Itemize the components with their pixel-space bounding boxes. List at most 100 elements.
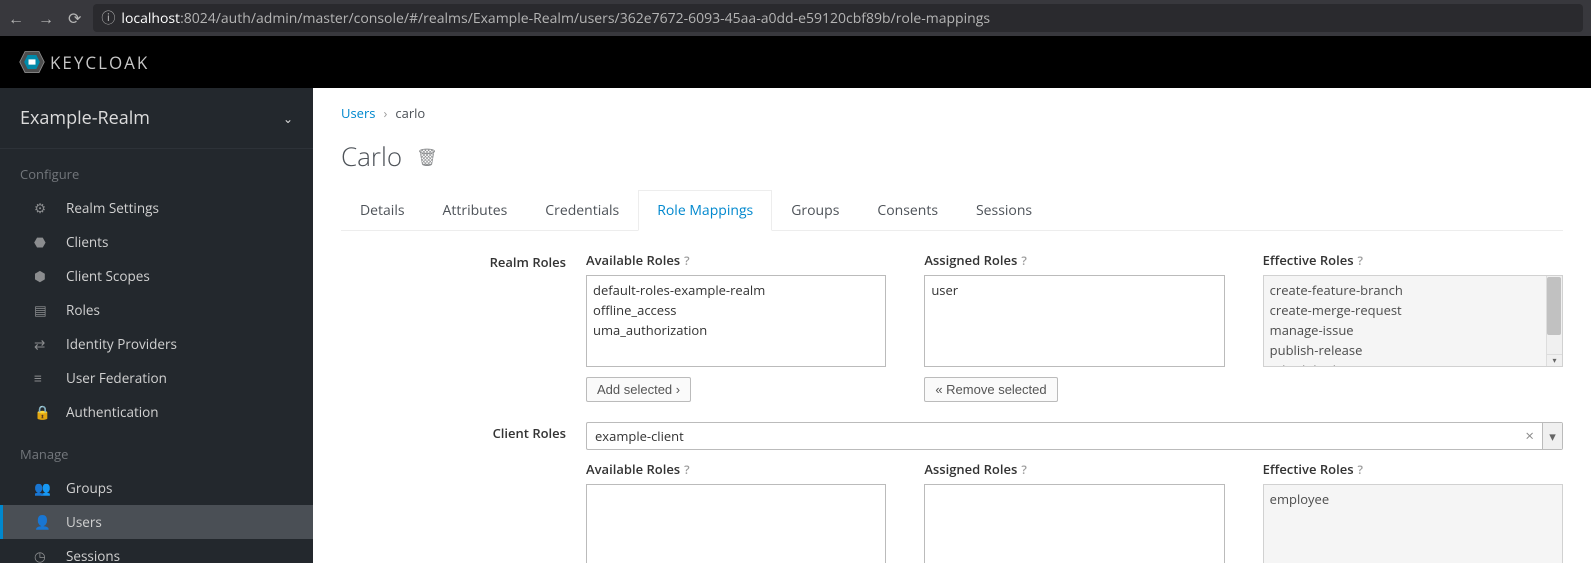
page-title: Carlo <box>341 138 402 174</box>
exchange-icon: ⇄ <box>34 335 50 353</box>
tab-sessions[interactable]: Sessions <box>957 190 1051 230</box>
keycloak-logo[interactable]: KEYCLOAK <box>18 48 149 76</box>
role-option: create-merge-request <box>1270 300 1556 320</box>
chevron-down-icon: ⌄ <box>283 110 293 127</box>
client-select[interactable]: example-client × ▾ <box>586 422 1563 450</box>
reload-icon[interactable]: ⟳ <box>68 7 81 29</box>
database-icon: ≡ <box>34 369 50 387</box>
effective-roles-label: Effective Roles <box>1263 251 1354 269</box>
sidebar-item-client-scopes[interactable]: ⬢ Client Scopes <box>0 259 313 293</box>
scrollbar-thumb[interactable] <box>1547 277 1561 335</box>
help-icon[interactable]: ? <box>1358 461 1363 478</box>
forward-icon[interactable]: → <box>38 7 54 29</box>
scrollbar-track[interactable] <box>1546 276 1562 354</box>
client-assigned-listbox[interactable] <box>924 484 1224 563</box>
sidebar-item-label: Identity Providers <box>66 335 177 353</box>
main-content: Users › carlo Carlo 🗑 DetailsAttributesC… <box>313 88 1591 563</box>
tab-consents[interactable]: Consents <box>858 190 957 230</box>
lock-icon: 🔒 <box>34 403 50 421</box>
help-icon[interactable]: ? <box>1021 252 1026 269</box>
client-select-value: example-client <box>595 427 684 445</box>
help-icon[interactable]: ? <box>1021 461 1026 478</box>
brand-text: KEYCLOAK <box>50 51 149 74</box>
tab-groups[interactable]: Groups <box>772 190 858 230</box>
tab-credentials[interactable]: Credentials <box>526 190 638 230</box>
remove-selected-button[interactable]: « Remove selected <box>924 377 1057 402</box>
sidebar-item-label: Sessions <box>66 547 120 565</box>
browser-chrome: ← → ⟳ ⓘ localhost:8024/auth/admin/master… <box>0 0 1591 36</box>
sidebar-item-label: Users <box>66 513 102 531</box>
help-icon[interactable]: ? <box>1358 252 1363 269</box>
sidebar-item-realm-settings[interactable]: ⚙ Realm Settings <box>0 191 313 225</box>
breadcrumb: Users › carlo <box>341 104 1563 122</box>
sidebar-item-authentication[interactable]: 🔒 Authentication <box>0 395 313 429</box>
sidebar-item-identity-providers[interactable]: ⇄ Identity Providers <box>0 327 313 361</box>
role-option[interactable]: user <box>931 280 1217 300</box>
assigned-roles-label: Assigned Roles <box>924 251 1017 269</box>
clear-icon[interactable]: × <box>1525 426 1534 446</box>
realm-roles-label: Realm Roles <box>341 251 586 402</box>
tabs: DetailsAttributesCredentialsRole Mapping… <box>341 190 1563 231</box>
sidebar-item-label: Realm Settings <box>66 199 159 217</box>
help-icon[interactable]: ? <box>684 252 689 269</box>
realm-available-listbox[interactable]: default-roles-example-realmoffline_acces… <box>586 275 886 367</box>
sidebar-item-label: Clients <box>66 233 108 251</box>
group-icon: 👥 <box>34 479 50 497</box>
role-option: schedule-downtime <box>1270 360 1556 367</box>
client-roles-label: Client Roles <box>341 422 586 563</box>
realm-selector[interactable]: Example-Realm ⌄ <box>0 88 313 149</box>
help-icon[interactable]: ? <box>684 461 689 478</box>
realm-name: Example-Realm <box>20 106 150 130</box>
sidebar-item-label: Groups <box>66 479 112 497</box>
role-option: manage-issue <box>1270 320 1556 340</box>
sidebar-section-label: Configure <box>0 149 313 191</box>
tab-details[interactable]: Details <box>341 190 424 230</box>
breadcrumb-parent[interactable]: Users <box>341 104 375 122</box>
sliders-icon: ⚙ <box>34 199 50 217</box>
sidebar-item-groups[interactable]: 👥 Groups <box>0 471 313 505</box>
cube-icon: ⬣ <box>34 233 50 251</box>
dropdown-icon[interactable]: ▾ <box>1542 423 1562 449</box>
sidebar-item-roles[interactable]: ▤ Roles <box>0 293 313 327</box>
role-option[interactable]: uma_authorization <box>593 320 879 340</box>
realm-effective-listbox: create-feature-branchcreate-merge-reques… <box>1263 275 1563 367</box>
app-header: KEYCLOAK <box>0 36 1591 88</box>
user-icon: 👤 <box>34 513 50 531</box>
delete-icon[interactable]: 🗑 <box>416 145 438 168</box>
client-effective-listbox: employee <box>1263 484 1563 563</box>
file-icon: ▤ <box>34 301 50 319</box>
sidebar-item-label: Client Scopes <box>66 267 150 285</box>
sidebar-item-sessions[interactable]: ◷ Sessions <box>0 539 313 573</box>
client-effective-label: Effective Roles <box>1263 460 1354 478</box>
breadcrumb-current: carlo <box>395 104 425 122</box>
sidebar-item-label: Roles <box>66 301 100 319</box>
sidebar-item-user-federation[interactable]: ≡ User Federation <box>0 361 313 395</box>
role-option[interactable]: default-roles-example-realm <box>593 280 879 300</box>
realm-assigned-listbox[interactable]: user <box>924 275 1224 367</box>
sidebar: Example-Realm ⌄ Configure ⚙ Realm Settings… <box>0 88 313 563</box>
sidebar-section-label: Manage <box>0 429 313 471</box>
keycloak-logo-icon <box>18 48 46 76</box>
sidebar-item-label: Authentication <box>66 403 159 421</box>
add-selected-button[interactable]: Add selected › <box>586 377 691 402</box>
role-option: employee <box>1270 489 1556 509</box>
client-available-label: Available Roles <box>586 460 680 478</box>
tab-attributes[interactable]: Attributes <box>424 190 527 230</box>
tab-role-mappings[interactable]: Role Mappings <box>638 190 772 231</box>
info-icon[interactable]: ⓘ <box>101 8 115 28</box>
sidebar-item-clients[interactable]: ⬣ Clients <box>0 225 313 259</box>
scopes-icon: ⬢ <box>34 267 50 285</box>
role-option[interactable]: offline_access <box>593 300 879 320</box>
sidebar-item-label: User Federation <box>66 369 167 387</box>
back-icon[interactable]: ← <box>8 7 24 29</box>
sidebar-item-users[interactable]: 👤 Users <box>0 505 313 539</box>
breadcrumb-separator: › <box>383 104 387 122</box>
url-text: localhost:8024/auth/admin/master/console… <box>121 9 990 28</box>
client-available-listbox[interactable] <box>586 484 886 563</box>
client-assigned-label: Assigned Roles <box>924 460 1017 478</box>
available-roles-label: Available Roles <box>586 251 680 269</box>
scrollbar-down-icon[interactable]: ▾ <box>1546 354 1562 366</box>
role-option: publish-release <box>1270 340 1556 360</box>
url-bar[interactable]: ⓘ localhost:8024/auth/admin/master/conso… <box>93 4 1583 32</box>
clock-icon: ◷ <box>34 547 50 565</box>
